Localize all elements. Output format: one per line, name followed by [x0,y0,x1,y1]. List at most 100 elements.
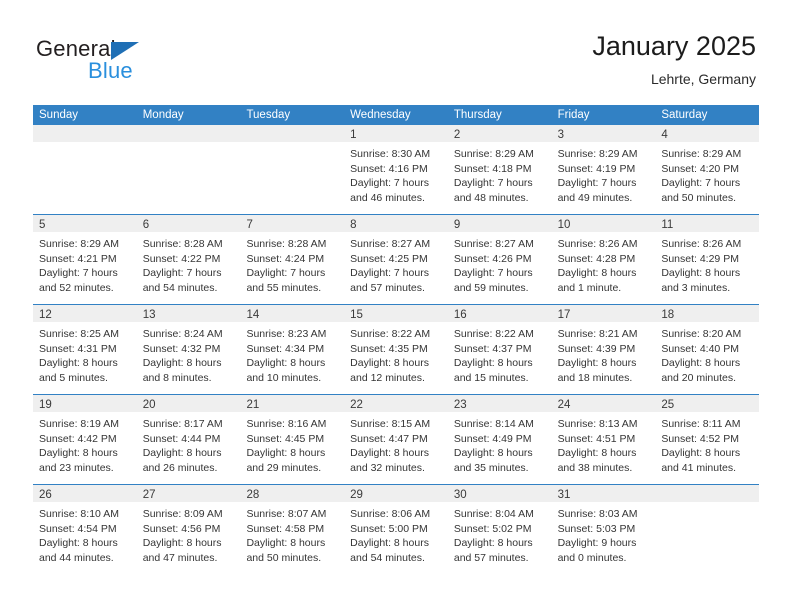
daylight-text-line1: Daylight: 8 hours [661,267,741,279]
day-cell[interactable]: 24 Sunrise: 8:13 AM Sunset: 4:51 PM Dayligh… [551,395,656,484]
sunrise-text: Sunrise: 8:21 AM [557,328,638,340]
day-cell[interactable]: 26 Sunrise: 8:10 AM Sunset: 4:54 PM Dayligh… [33,485,137,574]
day-details: Sunrise: 8:26 AM Sunset: 4:28 PM Daylight:… [552,232,656,295]
day-cell[interactable]: 31 Sunrise: 8:03 AM Sunset: 5:03 PM Dayligh… [551,485,656,574]
day-cell[interactable]: 30 Sunrise: 8:04 AM Sunset: 5:02 PM Dayligh… [447,485,552,574]
day-cell-empty [33,125,137,214]
day-cell[interactable]: 25 Sunrise: 8:11 AM Sunset: 4:52 PM Dayligh… [655,395,760,484]
day-number: 6 [142,219,150,231]
day-cell[interactable]: 17 Sunrise: 8:21 AM Sunset: 4:39 PM Dayligh… [551,305,656,394]
daylight-text-line2: and 26 minutes. [142,461,218,474]
day-cell[interactable]: 11 Sunrise: 8:26 AM Sunset: 4:29 PM Dayligh… [655,215,760,304]
daylight-text-line2: and 12 minutes. [350,371,425,384]
daylight-text-line1: Daylight: 7 hours [453,177,533,189]
day-cell[interactable]: 1 Sunrise: 8:30 AM Sunset: 4:16 PM Daylight… [344,125,448,214]
daylight-text-line1: Daylight: 8 hours [453,357,533,369]
day-cell[interactable]: 14 Sunrise: 8:23 AM Sunset: 4:34 PM Dayligh… [240,305,345,394]
sunrise-text: Sunrise: 8:22 AM [453,328,534,340]
daylight-text-line1: Daylight: 8 hours [661,447,741,459]
daylight-text-line1: Daylight: 8 hours [557,357,637,369]
daylight-text-line1: Daylight: 7 hours [661,177,741,189]
daylight-text-line2: and 54 minutes. [350,551,425,564]
day-cell[interactable]: 13 Sunrise: 8:24 AM Sunset: 4:32 PM Dayligh… [136,305,241,394]
day-number-band: 25 [655,395,760,412]
day-cell[interactable]: 7 Sunrise: 8:28 AM Sunset: 4:24 PM Daylight… [240,215,345,304]
day-number: 28 [246,489,260,501]
daylight-text-line2: and 8 minutes. [142,371,212,384]
daylight-text-line2: and 20 minutes. [661,371,737,384]
day-number-band: 13 [136,305,241,322]
daylight-text-line2: and 50 minutes. [246,551,322,564]
day-details: Sunrise: 8:28 AM Sunset: 4:22 PM Daylight:… [137,232,241,295]
day-number: 9 [453,219,461,231]
sunrise-text: Sunrise: 8:19 AM [39,418,119,430]
sunrise-text: Sunrise: 8:30 AM [350,148,431,160]
day-cell[interactable]: 29 Sunrise: 8:06 AM Sunset: 5:00 PM Dayligh… [344,485,448,574]
day-cell[interactable]: 5 Sunrise: 8:29 AM Sunset: 4:21 PM Daylight… [33,215,137,304]
day-number-band: 9 [447,215,552,232]
sunset-text: Sunset: 4:40 PM [661,342,739,355]
general-blue-logo[interactable]: General Blue [36,36,236,88]
day-number-band: 2 [447,125,552,142]
sunset-text: Sunset: 4:18 PM [453,162,532,175]
day-cell[interactable]: 16 Sunrise: 8:22 AM Sunset: 4:37 PM Dayligh… [447,305,552,394]
day-number-band: 29 [344,485,448,502]
weekday-friday: Friday [557,109,590,121]
daylight-text-line1: Daylight: 7 hours [142,267,222,279]
sunset-text: Sunset: 4:47 PM [350,432,428,445]
day-cell[interactable]: 28 Sunrise: 8:07 AM Sunset: 4:58 PM Dayligh… [240,485,345,574]
sunset-text: Sunset: 4:20 PM [661,162,739,175]
sunrise-text: Sunrise: 8:29 AM [453,148,534,160]
day-cell[interactable]: 27 Sunrise: 8:09 AM Sunset: 4:56 PM Dayligh… [136,485,241,574]
day-details: Sunrise: 8:09 AM Sunset: 4:56 PM Daylight:… [137,502,241,565]
day-cell[interactable]: 19 Sunrise: 8:19 AM Sunset: 4:42 PM Dayligh… [33,395,137,484]
daylight-text-line2: and 38 minutes. [557,461,633,474]
day-details: Sunrise: 8:28 AM Sunset: 4:24 PM Daylight:… [240,232,344,295]
title-block: January 2025 Lehrte, Germany [592,30,756,88]
day-cell[interactable]: 18 Sunrise: 8:20 AM Sunset: 4:40 PM Dayligh… [655,305,760,394]
day-number-band: 24 [551,395,656,412]
weekday-sunday: Sunday [39,109,79,121]
day-number: 12 [39,309,52,321]
calendar-weeks: 1 Sunrise: 8:30 AM Sunset: 4:16 PM Daylight… [33,125,760,574]
day-cell[interactable]: 8 Sunrise: 8:27 AM Sunset: 4:25 PM Daylight… [344,215,448,304]
day-number-band: 30 [447,485,552,502]
day-cell[interactable]: 23 Sunrise: 8:14 AM Sunset: 4:49 PM Dayligh… [447,395,552,484]
weekday-header-row: Sunday Monday Tuesday Wednesday Thursday… [33,105,759,125]
day-details: Sunrise: 8:13 AM Sunset: 4:51 PM Daylight:… [552,412,656,475]
day-cell[interactable]: 3 Sunrise: 8:29 AM Sunset: 4:19 PM Daylight… [551,125,656,214]
daylight-text-line1: Daylight: 8 hours [557,267,637,279]
day-cell[interactable]: 21 Sunrise: 8:16 AM Sunset: 4:45 PM Dayligh… [240,395,345,484]
sunset-text: Sunset: 4:44 PM [142,432,221,445]
day-cell[interactable]: 12 Sunrise: 8:25 AM Sunset: 4:31 PM Dayligh… [33,305,137,394]
day-number-band [240,125,345,142]
daylight-text-line1: Daylight: 8 hours [246,537,326,549]
daylight-text-line2: and 44 minutes. [39,551,114,564]
day-number-band: 1 [344,125,448,142]
weekday-wednesday: Wednesday [350,109,411,121]
day-cell[interactable]: 6 Sunrise: 8:28 AM Sunset: 4:22 PM Daylight… [136,215,241,304]
day-cell[interactable]: 10 Sunrise: 8:26 AM Sunset: 4:28 PM Dayligh… [551,215,656,304]
page-title: January 2025 [592,31,756,61]
day-number-band: 4 [655,125,760,142]
day-number: 25 [661,399,675,411]
day-number-band: 11 [655,215,760,232]
day-number-band: 26 [33,485,137,502]
day-number: 30 [453,489,467,501]
sunset-text: Sunset: 4:28 PM [557,252,636,265]
day-number-band: 31 [551,485,656,502]
day-cell[interactable]: 20 Sunrise: 8:17 AM Sunset: 4:44 PM Dayligh… [136,395,241,484]
logo-word-blue: Blue [88,58,133,83]
day-cell[interactable]: 15 Sunrise: 8:22 AM Sunset: 4:35 PM Dayligh… [344,305,448,394]
sunset-text: Sunset: 4:54 PM [39,522,117,535]
day-cell[interactable]: 4 Sunrise: 8:29 AM Sunset: 4:20 PM Daylight… [655,125,760,214]
day-cell[interactable]: 22 Sunrise: 8:15 AM Sunset: 4:47 PM Dayligh… [344,395,448,484]
day-number: 24 [557,399,571,411]
day-number: 3 [557,129,564,141]
day-cell[interactable]: 9 Sunrise: 8:27 AM Sunset: 4:26 PM Daylight… [447,215,552,304]
sunset-text: Sunset: 4:45 PM [246,432,325,445]
daylight-text-line1: Daylight: 8 hours [557,447,637,459]
calendar-grid: Sunday Monday Tuesday Wednesday Thursday… [33,105,760,574]
day-cell[interactable]: 2 Sunrise: 8:29 AM Sunset: 4:18 PM Daylight… [447,125,552,214]
day-number: 2 [453,129,461,141]
